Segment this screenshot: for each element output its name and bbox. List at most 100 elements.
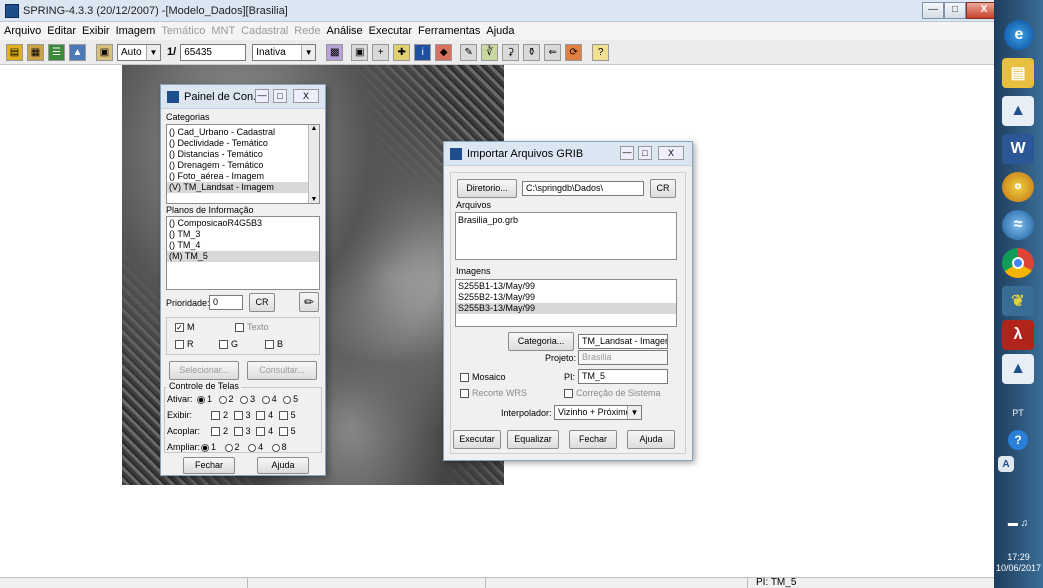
refresh-icon[interactable]: ⟳ xyxy=(565,43,583,61)
zoom-mode-select[interactable]: Auto ▼ xyxy=(117,43,161,61)
list-item[interactable]: () Cad_Urbano - Cadastral xyxy=(167,127,319,138)
interpolador-select[interactable]: Vizinho + Próximo ▼ xyxy=(554,405,642,420)
scale-input[interactable]: 65435 xyxy=(180,43,247,61)
check-r[interactable]: R xyxy=(175,339,194,350)
crosshair-icon[interactable]: + xyxy=(372,43,390,61)
ativar-radios[interactable]: 1 2 3 4 5 xyxy=(197,394,298,404)
leaf-icon[interactable]: ❦ xyxy=(1002,286,1034,316)
maximize-button[interactable]: □ xyxy=(273,89,287,103)
menu-tematico[interactable]: Temático xyxy=(161,25,205,37)
acoplar-checks[interactable]: 2 3 4 5 xyxy=(211,426,296,437)
measure-icon[interactable]: ∛ xyxy=(481,43,499,61)
projeto-input[interactable]: Brasilia xyxy=(578,350,668,365)
arquivos-list[interactable]: Brasilia_po.grb xyxy=(455,212,677,260)
check-texto[interactable]: Texto xyxy=(235,322,269,333)
display-icon[interactable]: ▣ xyxy=(96,43,113,61)
list-item[interactable]: S255B2-13/May/99 xyxy=(456,292,676,303)
network-icon[interactable]: ⚬ xyxy=(1002,172,1034,202)
selecionar-button[interactable]: Selecionar... xyxy=(169,361,239,380)
tray-icon[interactable]: A xyxy=(998,456,1014,472)
ampliar-radios[interactable]: 1 2 4 8 xyxy=(201,442,287,452)
menu-cadastral[interactable]: Cadastral xyxy=(241,25,288,37)
imagens-list[interactable]: S255B1-13/May/99 S255B2-13/May/99 S255B3… xyxy=(455,279,677,327)
menu-imagem[interactable]: Imagem xyxy=(116,25,156,37)
info-icon[interactable]: i xyxy=(414,43,432,61)
edit-icon[interactable]: ✏ xyxy=(299,292,319,312)
list-item[interactable]: () ComposicaoR4G5B3 xyxy=(167,218,319,229)
plan-icon[interactable]: ▲ xyxy=(69,43,86,61)
minimize-button[interactable]: — xyxy=(922,2,944,19)
check-b[interactable]: B xyxy=(265,339,283,350)
menu-executar[interactable]: Executar xyxy=(369,25,412,37)
menu-ferramentas[interactable]: Ferramentas xyxy=(418,25,480,37)
acrobat-icon[interactable]: λ xyxy=(1002,320,1034,350)
recorte-check[interactable]: Recorte WRS xyxy=(460,388,527,399)
categoria-button[interactable]: Categoria... xyxy=(508,332,574,351)
list-item-selected[interactable]: (M) TM_5 xyxy=(167,251,319,262)
pi-input[interactable]: TM_5 xyxy=(578,369,668,384)
back-icon[interactable]: ⇐ xyxy=(544,43,562,61)
chrome-icon[interactable] xyxy=(1002,248,1034,278)
pan-icon[interactable]: ✚ xyxy=(393,43,411,61)
minimize-button[interactable]: — xyxy=(255,89,269,103)
executar-button[interactable]: Executar xyxy=(453,430,501,449)
menu-editar[interactable]: Editar xyxy=(47,25,76,37)
spring-icon[interactable]: ▲ xyxy=(1002,354,1034,384)
project-icon[interactable]: ▦ xyxy=(27,43,44,61)
close-button[interactable]: X xyxy=(293,89,319,103)
categoria-input[interactable]: TM_Landsat - Imagem xyxy=(578,334,668,349)
spring-icon[interactable]: ▲ xyxy=(1002,96,1034,126)
menu-mnt[interactable]: MNT xyxy=(211,25,235,37)
list-item-selected[interactable]: (V) TM_Landsat - Imagem xyxy=(167,182,308,193)
word-icon[interactable]: W xyxy=(1002,134,1034,164)
help-icon[interactable]: ? xyxy=(1008,430,1028,450)
maximize-button[interactable]: □ xyxy=(638,146,652,160)
zoom-box-icon[interactable]: ▣ xyxy=(351,43,369,61)
list-item[interactable]: () Drenagem - Temático xyxy=(167,160,319,171)
edit-icon[interactable]: ✎ xyxy=(460,43,478,61)
equalizar-button[interactable]: Equalizar xyxy=(507,430,559,449)
erase-icon[interactable]: ◆ xyxy=(435,43,453,61)
planos-list[interactable]: () ComposicaoR4G5B3 () TM_3 () TM_4 (M) … xyxy=(166,216,320,290)
cr-button[interactable]: CR xyxy=(249,293,275,312)
menu-ajuda[interactable]: Ajuda xyxy=(486,25,514,37)
minimize-button[interactable]: — xyxy=(620,146,634,160)
exibir-checks[interactable]: 2 3 4 5 xyxy=(211,410,296,421)
database-icon[interactable]: ▤ xyxy=(6,43,23,61)
ie-icon[interactable]: e xyxy=(1004,20,1034,50)
list-item[interactable]: () Foto_aérea - Imagem xyxy=(167,171,319,182)
menu-arquivo[interactable]: Arquivo xyxy=(4,25,41,37)
language-indicator[interactable]: PT xyxy=(1002,398,1034,428)
menu-rede[interactable]: Rede xyxy=(294,25,320,37)
zoom-out-icon[interactable]: ⚱ xyxy=(523,43,541,61)
list-item[interactable]: () TM_4 xyxy=(167,240,319,251)
folder-icon[interactable]: ▤ xyxy=(1002,58,1034,88)
category-icon[interactable]: ☰ xyxy=(48,43,65,61)
list-item[interactable]: () TM_3 xyxy=(167,229,319,240)
diretorio-input[interactable]: C:\springdb\Dados\ xyxy=(522,181,644,196)
google-earth-icon[interactable]: ≈ xyxy=(1002,210,1034,240)
list-item[interactable]: S255B1-13/May/99 xyxy=(456,281,676,292)
state-select[interactable]: Inativa ▼ xyxy=(252,43,317,61)
menu-exibir[interactable]: Exibir xyxy=(82,25,110,37)
grib-ajuda-button[interactable]: Ajuda xyxy=(627,430,675,449)
maximize-button[interactable]: □ xyxy=(944,2,966,19)
painel-ajuda-button[interactable]: Ajuda xyxy=(257,457,309,474)
list-item[interactable]: Brasilia_po.grb xyxy=(456,215,676,226)
palette-icon[interactable]: ▩ xyxy=(326,43,344,61)
menu-analise[interactable]: Análise xyxy=(327,25,363,37)
check-m[interactable]: ✓ M xyxy=(175,322,195,333)
check-g[interactable]: G xyxy=(219,339,238,350)
diretorio-button[interactable]: Diretorio... xyxy=(457,179,517,198)
volume-icon[interactable]: ▬ ♫ xyxy=(998,516,1038,530)
correcao-check[interactable]: Correção de Sistema xyxy=(564,388,661,399)
consultar-button[interactable]: Consultar... xyxy=(247,361,317,380)
categorias-list[interactable]: () Cad_Urbano - Cadastral () Declividade… xyxy=(166,124,320,204)
prioridade-input[interactable]: 0 xyxy=(209,295,243,310)
list-item[interactable]: () Declividade - Temático xyxy=(167,138,319,149)
painel-fechar-button[interactable]: Fechar xyxy=(183,457,235,474)
clock[interactable]: 17:29 10/06/2017 xyxy=(994,552,1043,574)
help-icon[interactable]: ? xyxy=(592,43,610,61)
grib-cr-button[interactable]: CR xyxy=(650,179,676,198)
mosaico-check[interactable]: Mosaico xyxy=(460,372,506,383)
